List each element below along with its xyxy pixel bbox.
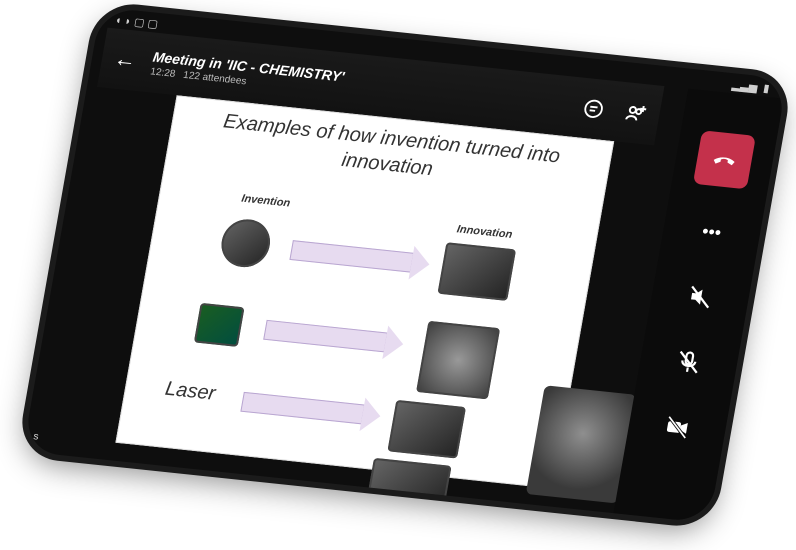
meeting-info: Meeting in 'IIC - CHEMISTRY' 12:28 122 a… xyxy=(149,48,345,97)
laser-label: Laser xyxy=(163,377,218,405)
battery-icon: ▮ xyxy=(762,82,771,95)
back-button[interactable]: ← xyxy=(112,45,139,73)
circuit-board-image xyxy=(193,302,245,347)
speaker-toggle[interactable] xyxy=(677,275,724,319)
laser-device-image xyxy=(387,399,467,459)
laser-applications-image xyxy=(366,457,452,510)
electronics-collage-image xyxy=(416,320,501,400)
chat-button[interactable] xyxy=(580,96,608,122)
chat-icon xyxy=(584,99,603,118)
arrow-row1 xyxy=(289,240,415,273)
status-icons-left: ◖ ◗ ▢ ▢ xyxy=(113,13,160,31)
call-controls: ••• xyxy=(613,88,784,524)
camera-off-icon xyxy=(666,415,688,440)
invention-label: Invention xyxy=(240,192,292,210)
arrow-row3 xyxy=(240,391,366,425)
status-icons-right: ▂▃▅ ▮ xyxy=(731,78,771,95)
camera-toggle[interactable] xyxy=(654,406,701,450)
phone-hangup-icon xyxy=(713,157,735,166)
mic-toggle[interactable] xyxy=(665,340,712,384)
more-button[interactable]: ••• xyxy=(688,210,735,254)
signal-icon: ▂▃▅ xyxy=(731,78,759,94)
header-actions xyxy=(580,96,650,127)
meeting-time: 12:28 xyxy=(149,65,177,80)
more-dots-icon: ••• xyxy=(700,221,723,243)
presenter-tag: s xyxy=(32,431,40,443)
cd-disc-image xyxy=(217,217,274,270)
people-add-icon xyxy=(625,105,647,121)
phone-frame: ◖ ◗ ▢ ▢ ▂▃▅ ▮ ← Meeting in 'IIC - CHEMIS… xyxy=(22,6,788,524)
arrow-left-icon: ← xyxy=(112,45,139,73)
arrow-row2 xyxy=(263,319,389,353)
mic-off-icon xyxy=(679,350,698,374)
innovation-label: Innovation xyxy=(455,223,514,241)
speaker-off-icon xyxy=(691,285,710,309)
end-call-button[interactable] xyxy=(692,130,756,190)
participants-button[interactable] xyxy=(621,100,649,126)
car-wheel-image xyxy=(437,242,517,301)
